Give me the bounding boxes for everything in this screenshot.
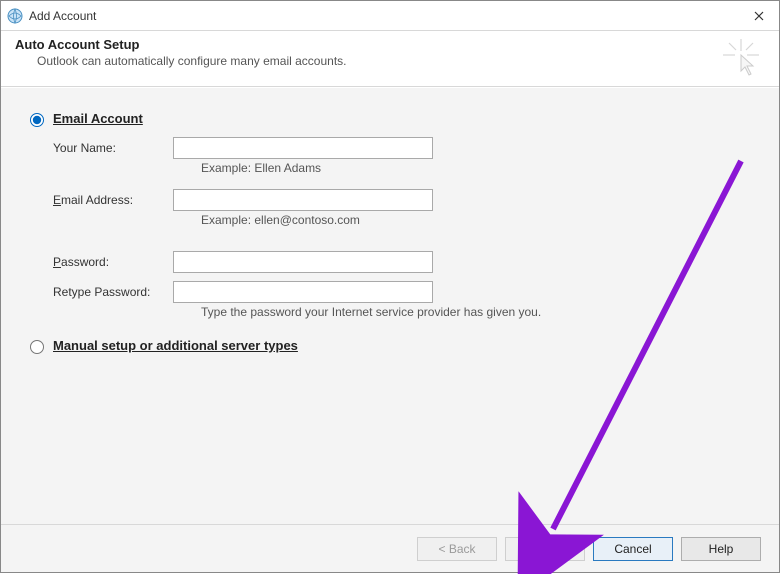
your-name-label: Your Name: <box>53 141 173 155</box>
next-button[interactable]: Next > <box>505 537 585 561</box>
cancel-button[interactable]: Cancel <box>593 537 673 561</box>
password-label: Password: <box>53 255 173 269</box>
radio-manual-setup-input[interactable] <box>30 340 44 354</box>
your-name-hint: Example: Ellen Adams <box>201 161 755 175</box>
email-address-label: Email Address: <box>53 193 173 207</box>
password-hint: Type the password your Internet service … <box>201 305 755 319</box>
body: Email Account Your Name: Example: Ellen … <box>1 87 779 524</box>
radio-email-account-label: Email Account <box>53 111 143 126</box>
retype-password-label: Retype Password: <box>53 285 173 299</box>
header: Auto Account Setup Outlook can automatic… <box>1 31 779 87</box>
window-title: Add Account <box>29 9 739 23</box>
app-icon <box>7 8 23 24</box>
close-icon <box>754 11 764 21</box>
help-button[interactable]: Help <box>681 537 761 561</box>
header-title: Auto Account Setup <box>15 37 759 52</box>
email-address-input[interactable] <box>173 189 433 211</box>
radio-email-account[interactable]: Email Account <box>25 110 755 127</box>
close-button[interactable] <box>739 1 779 31</box>
footer: < Back Next > Cancel Help <box>1 524 779 572</box>
your-name-input[interactable] <box>173 137 433 159</box>
password-input[interactable] <box>173 251 433 273</box>
back-button[interactable]: < Back <box>417 537 497 561</box>
radio-email-account-input[interactable] <box>30 113 44 127</box>
radio-manual-setup-label: Manual setup or additional server types <box>53 338 298 353</box>
radio-manual-setup[interactable]: Manual setup or additional server types <box>25 337 755 354</box>
cursor-sparkle-icon <box>721 37 761 77</box>
header-subtitle: Outlook can automatically configure many… <box>37 54 759 68</box>
titlebar: Add Account <box>1 1 779 31</box>
retype-password-input[interactable] <box>173 281 433 303</box>
email-account-form: Your Name: Example: Ellen Adams Email Ad… <box>53 137 755 319</box>
email-address-hint: Example: ellen@contoso.com <box>201 213 755 227</box>
